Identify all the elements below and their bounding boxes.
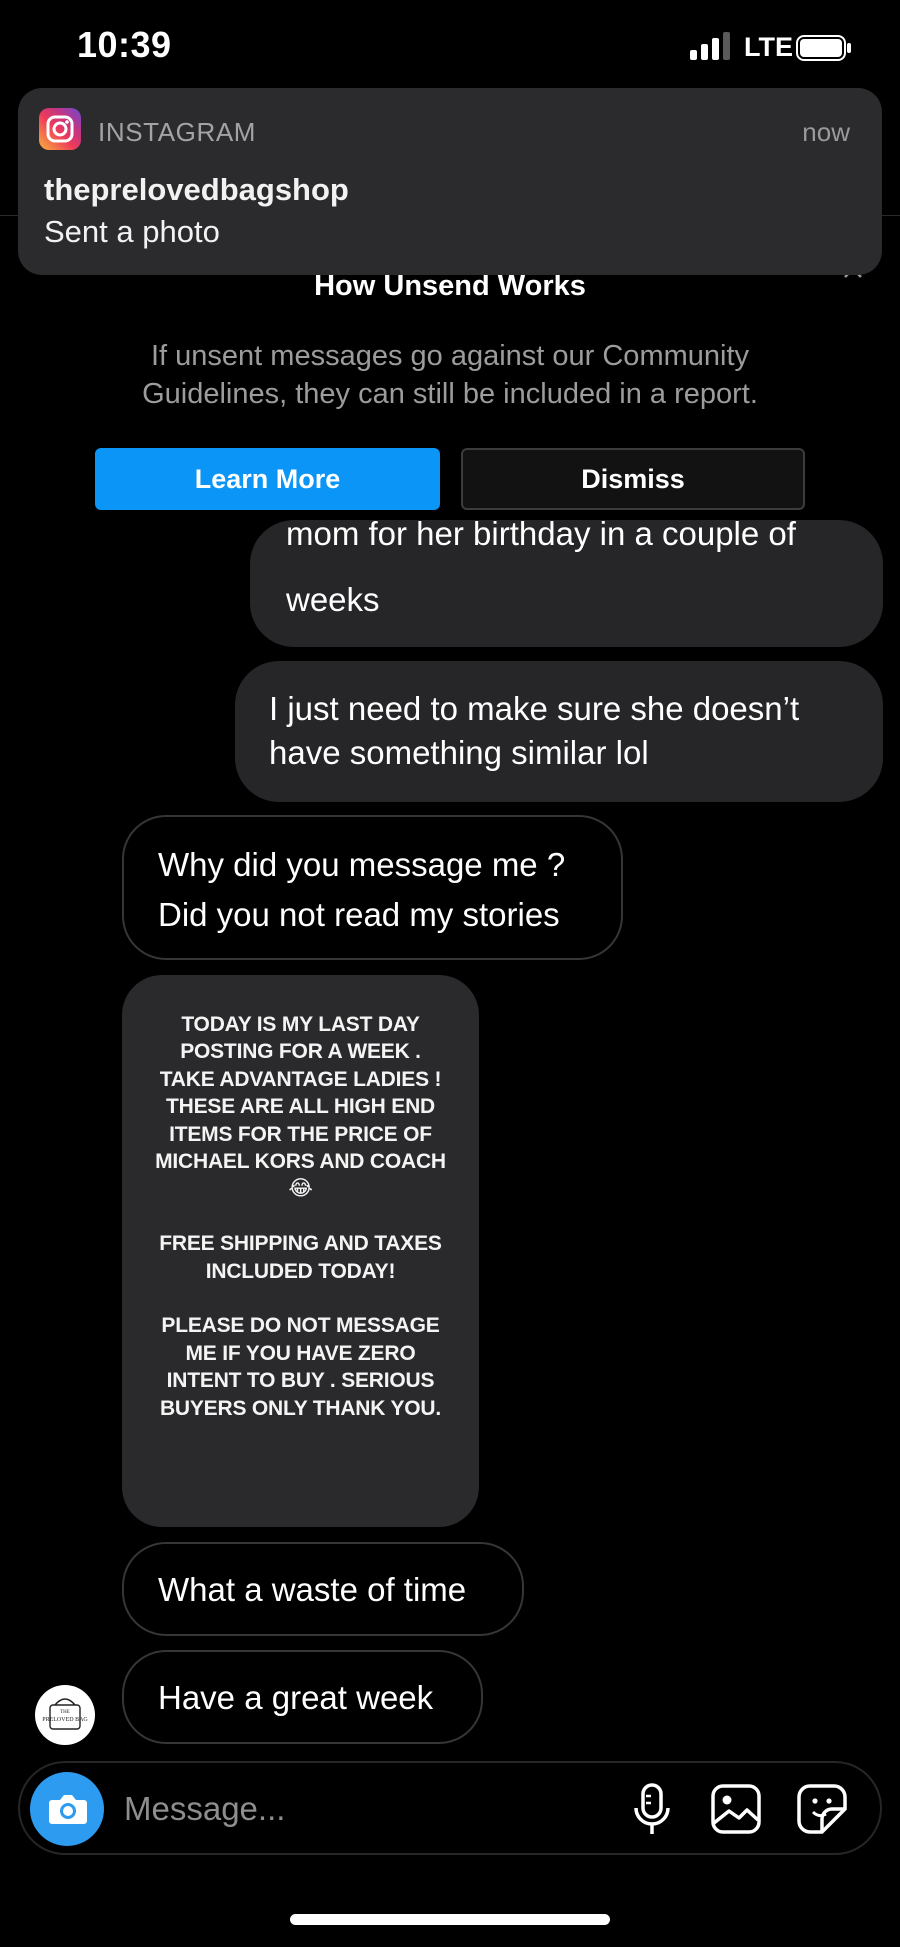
camera-button[interactable] [30,1772,104,1846]
camera-icon [49,1795,87,1824]
message-text: weeks [286,581,380,618]
message-text: Why did you message me ? Did you not rea… [158,846,566,933]
signal-icon [690,32,730,60]
network-label: LTE [744,32,793,62]
message-text: I just need to make sure she doesn’t hav… [269,690,800,771]
message-text: Have a great week [158,1679,434,1716]
unsend-banner-description: If unsent messages go against our Commun… [142,340,758,410]
sticker-icon[interactable] [796,1783,848,1835]
home-indicator[interactable] [290,1914,610,1925]
notification-body: Sent a photo [44,214,220,249]
notification-title: theprelovedbagshop [44,172,349,207]
microphone-icon[interactable] [632,1782,672,1838]
push-notification[interactable]: INSTAGRAM now theprelovedbagshop Sent a … [18,88,882,275]
gallery-icon[interactable] [710,1783,762,1835]
preloved-bag-logo: THE PRELOVED BAG [42,1698,88,1730]
story-reply-card[interactable]: TODAY IS MY LAST DAY POSTING FOR A WEEK … [122,975,479,1527]
message-bubble-received[interactable]: Why did you message me ? Did you not rea… [122,815,623,960]
instagram-icon [39,108,81,150]
message-partial-text: mom for her birthday in a couple of [286,520,796,552]
logo-text-main: PRELOVED BAG [42,1717,88,1723]
message-text: What a waste of time [158,1571,467,1608]
story-text: TODAY IS MY LAST DAY POSTING FOR A WEEK … [155,1013,446,1420]
avatar[interactable]: THE PRELOVED BAG [35,1685,95,1745]
message-bubble-received[interactable]: What a waste of time [122,1542,524,1636]
learn-more-button[interactable]: Learn More [95,448,440,510]
logo-text-top: THE [60,1710,70,1715]
battery-icon [796,35,851,61]
status-time: 10:39 [77,24,172,65]
notification-time: now [802,117,850,147]
message-composer [18,1761,882,1855]
notification-app-name: INSTAGRAM [98,117,257,147]
message-bubble-sent[interactable]: I just need to make sure she doesn’t hav… [235,661,883,802]
message-bubble-received[interactable]: Have a great week [122,1650,483,1744]
message-input[interactable] [122,1783,526,1835]
message-bubble-sent[interactable]: mom for her birthday in a couple of week… [250,520,883,647]
dismiss-button[interactable]: Dismiss [461,448,805,510]
